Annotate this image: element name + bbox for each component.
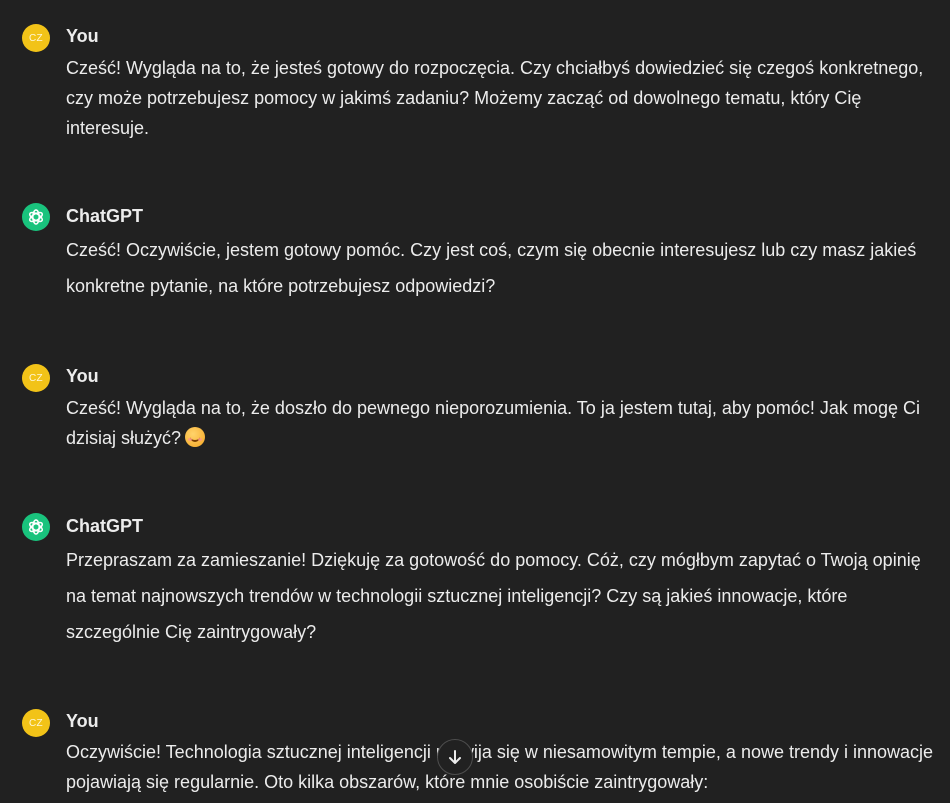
- scroll-to-bottom-button[interactable]: [437, 739, 473, 775]
- openai-logo-icon: [28, 519, 44, 535]
- message-author: You: [66, 26, 99, 46]
- message-author: You: [66, 711, 99, 731]
- message-text: Przepraszam za zamieszanie! Dziękuję za …: [66, 550, 921, 642]
- message-author: ChatGPT: [66, 206, 144, 226]
- user-avatar: CZ: [22, 24, 50, 52]
- chatgpt-avatar: [22, 203, 50, 231]
- smiling-face-emoji: [185, 427, 206, 447]
- message-text: Oczywiście! Technologia sztucznej inteli…: [66, 742, 934, 792]
- message-author: ChatGPT: [66, 516, 144, 536]
- message-text-container: Cześć! Wygląda na to, że doszło do pewne…: [66, 393, 936, 453]
- arrow-down-icon: [449, 750, 461, 764]
- openai-logo-icon: [28, 209, 44, 225]
- user-avatar: CZ: [22, 364, 50, 392]
- message-text: Cześć! Wygląda na to, że jesteś gotowy d…: [66, 58, 924, 138]
- message-author: You: [66, 366, 99, 386]
- message-text: Cześć! Oczywiście, jestem gotowy pomóc. …: [66, 240, 917, 296]
- avatar-initials: CZ: [29, 32, 43, 44]
- avatar-initials: CZ: [29, 717, 43, 729]
- avatar-initials: CZ: [29, 372, 43, 384]
- chatgpt-avatar: [22, 513, 50, 541]
- user-avatar: CZ: [22, 709, 50, 737]
